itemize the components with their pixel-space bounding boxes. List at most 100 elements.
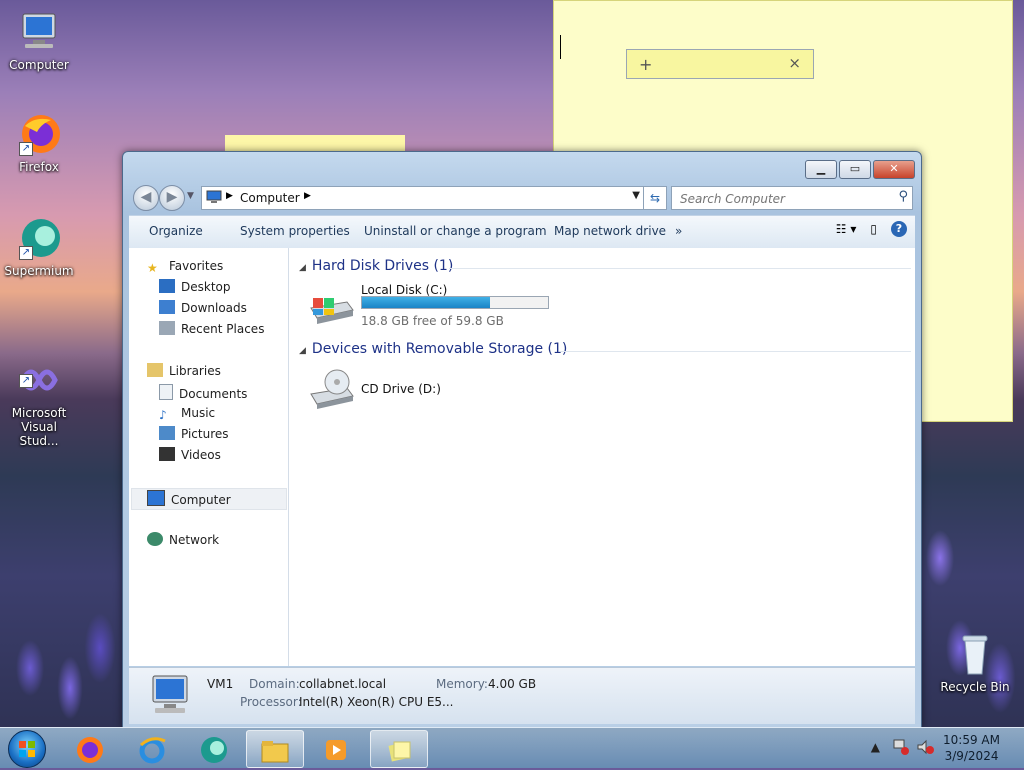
shortcut-arrow-icon: ↗ [19,142,33,156]
text-caret [560,35,561,59]
add-note-icon[interactable]: + [639,55,652,74]
network-status-icon[interactable] [892,738,910,759]
navigation-bar: ◀ ▶ ▼ ▶ Computer ▶ ▼ ⇆ ⚲ [131,185,915,211]
firefox-icon: ↗ [15,112,63,156]
group-divider [449,268,911,269]
desktop-icon-label: Recycle Bin [940,680,1010,694]
nav-videos[interactable]: Videos [159,447,221,463]
desktop-icon-firefox[interactable]: ↗ Firefox [1,112,77,174]
search-box[interactable]: ⚲ [671,186,913,210]
taskbar-windows-explorer[interactable] [246,730,304,768]
breadcrumb-separator-icon[interactable]: ▶ [226,191,233,201]
network-icon [147,532,163,546]
nav-favorites[interactable]: ★ Favorites [147,258,223,275]
clock-date: 3/9/2024 [944,749,999,763]
drive-c-usage-fill [362,297,491,308]
nav-libraries[interactable]: Libraries [147,363,221,379]
firefox-icon [75,736,105,763]
refresh-icon[interactable]: ⇆ [643,187,666,209]
window-controls: ▁ ▭ ✕ [803,160,915,179]
more-commands-button[interactable]: » [675,224,682,238]
back-button[interactable]: ◀ [133,185,159,211]
recycle-bin-icon [951,632,999,676]
memory-value: 4.00 GB [488,677,537,691]
taskbar-sticky-notes[interactable] [370,730,428,768]
recent-places-icon [159,321,175,335]
drive-c-free-space: 18.8 GB free of 59.8 GB [361,314,504,328]
supermium-icon: ↗ [15,216,63,260]
nav-pictures[interactable]: Pictures [159,426,229,442]
drive-d-name[interactable]: CD Drive (D:) [361,382,441,396]
desktop-icon-recycle-bin[interactable]: Recycle Bin [937,632,1013,694]
system-clock[interactable]: 10:59 AM 3/9/2024 [943,732,1000,764]
nav-downloads[interactable]: Downloads [159,300,247,316]
group-header-removable-storage[interactable]: ◢ Devices with Removable Storage (1) [299,341,567,357]
preview-pane-icon[interactable]: ▯ [870,222,877,236]
search-input[interactable] [678,189,882,209]
taskbar-internet-explorer[interactable] [124,730,180,766]
drive-c-name[interactable]: Local Disk (C:) [361,283,447,297]
memory-label: Memory: [436,677,488,691]
media-player-icon [321,736,351,760]
system-properties-button[interactable]: System properties [240,224,350,238]
nav-label: Documents [179,387,248,401]
group-title: Devices with Removable Storage (1) [311,341,568,357]
nav-documents[interactable]: Documents [159,384,248,401]
nav-label: Libraries [169,364,221,378]
explorer-window[interactable]: ▁ ▭ ✕ ◀ ▶ ▼ ▶ Computer ▶ ▼ ⇆ ⚲ Organize … [122,151,922,728]
address-bar[interactable]: ▶ Computer ▶ ▼ ⇆ [201,186,667,210]
processor-value: Intel(R) Xeon(R) CPU E5... [299,695,454,709]
start-button[interactable] [8,730,46,768]
sticky-note-titlebar[interactable]: + × [626,49,814,79]
nav-network[interactable]: Network [147,532,219,548]
breadcrumb-computer[interactable]: Computer [240,191,300,205]
nav-computer[interactable]: Computer [147,490,231,507]
shortcut-arrow-icon: ↗ [19,246,33,260]
show-hidden-icons-button[interactable]: ▲ [871,740,880,754]
cd-drive-icon[interactable] [307,368,355,413]
nav-label: Network [169,533,220,547]
nav-desktop[interactable]: Desktop [159,279,231,295]
star-icon: ★ [147,261,158,275]
close-button[interactable]: ✕ [873,160,915,179]
desktop-icon-supermium[interactable]: ↗ Supermium [1,216,77,278]
computer-icon [147,490,165,506]
help-icon[interactable]: ? [891,221,907,237]
desktop-icon-visual-studio[interactable]: ↗ Microsoft Visual Stud... [1,330,77,462]
nav-recent-places[interactable]: Recent Places [159,321,264,337]
taskbar-media-player[interactable] [308,730,364,766]
change-view-icon[interactable]: ☷ ▾ [836,222,857,236]
nav-label: Videos [181,448,221,462]
nav-label: Computer [171,493,231,507]
desktop-icon-label: Microsoft Visual Stud... [11,406,67,448]
command-bar: Organize System properties Uninstall or … [129,215,915,249]
taskbar: ▲ 10:59 AM 3/9/2024 [0,727,1024,768]
close-note-icon[interactable]: × [788,54,801,72]
nav-label: Music [181,406,216,420]
collapse-triangle-icon[interactable]: ◢ [299,263,306,273]
breadcrumb-separator-icon[interactable]: ▶ [304,191,311,201]
taskbar-supermium[interactable] [186,730,242,766]
desktop-icon-computer[interactable]: Computer [1,10,77,72]
volume-muted-icon[interactable] [916,738,934,759]
organize-button[interactable]: Organize [149,224,203,238]
map-network-drive-button[interactable]: Map network drive [554,224,666,238]
group-header-hard-disk-drives[interactable]: ◢ Hard Disk Drives (1) [299,258,453,274]
forward-button[interactable]: ▶ [159,185,185,211]
shortcut-arrow-icon: ↗ [19,374,33,388]
collapse-triangle-icon[interactable]: ◢ [299,346,306,356]
search-icon[interactable]: ⚲ [898,189,908,204]
nav-label: Desktop [181,280,231,294]
nav-label: Pictures [181,427,229,441]
minimize-button[interactable]: ▁ [805,160,837,179]
nav-music[interactable]: ♪ Music [159,405,216,422]
content-pane: ◢ Hard Disk Drives (1) Local Disk (C:) 18… [289,248,915,666]
clock-time: 10:59 AM [943,733,1000,747]
recent-pages-dropdown-icon[interactable]: ▼ [187,191,194,201]
taskbar-firefox[interactable] [62,730,118,766]
processor-label: Processor: [240,695,302,709]
maximize-button[interactable]: ▭ [839,160,871,179]
address-dropdown-icon[interactable]: ▼ [632,190,640,201]
uninstall-program-button[interactable]: Uninstall or change a program [364,224,547,238]
desktop-icon-label: Computer [9,58,69,72]
